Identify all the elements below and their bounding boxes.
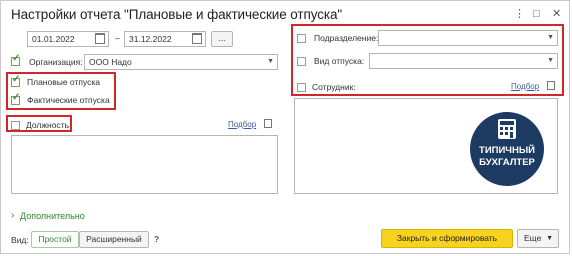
highlight-frame xyxy=(6,72,116,110)
menu-icon[interactable]: ⋮ xyxy=(514,8,525,20)
period-select-button[interactable]: ... xyxy=(211,31,233,47)
period-start-value: 01.01.2022 xyxy=(32,34,75,44)
period-start-input[interactable]: 01.01.2022 xyxy=(27,31,109,47)
chevron-right-icon[interactable]: › xyxy=(11,210,14,221)
logo: ТИПИЧНЫЙ БУХГАЛТЕР xyxy=(470,112,544,186)
settings-dialog: Настройки отчета "Плановые и фактические… xyxy=(0,0,570,254)
more-button-label: Еще xyxy=(524,233,542,243)
chevron-down-icon[interactable]: ▼ xyxy=(267,55,274,69)
help-icon[interactable]: ? xyxy=(154,234,159,244)
close-and-generate-button[interactable]: Закрыть и сформировать xyxy=(381,229,513,248)
chevron-down-icon: ▼ xyxy=(546,235,553,242)
dialog-title: Настройки отчета "Плановые и фактические… xyxy=(11,7,343,22)
list-settings-icon[interactable] xyxy=(264,119,272,128)
view-extended-tab[interactable]: Расширенный xyxy=(79,231,149,248)
calculator-icon xyxy=(498,119,516,139)
more-settings-link[interactable]: Дополнительно xyxy=(20,211,85,221)
highlight-frame xyxy=(6,115,72,132)
organization-select[interactable]: ООО Надо ▼ xyxy=(84,54,278,70)
organization-value: ООО Надо xyxy=(89,57,132,67)
logo-line-1: ТИПИЧНЫЙ xyxy=(479,145,535,156)
maximize-icon[interactable]: □ xyxy=(533,8,540,20)
logo-line-2: БУХГАЛТЕР xyxy=(479,157,535,168)
period-end-input[interactable]: 31.12.2022 xyxy=(124,31,206,47)
organization-label: Организация: xyxy=(29,57,83,67)
view-simple-tab[interactable]: Простой xyxy=(31,231,79,248)
more-button[interactable]: Еще ▼ xyxy=(517,229,559,248)
calendar-icon[interactable] xyxy=(192,33,202,44)
period-separator: – xyxy=(115,33,120,43)
check-icon: ✓ xyxy=(12,53,21,64)
position-list[interactable] xyxy=(11,135,278,194)
highlight-frame xyxy=(291,24,564,96)
calendar-icon[interactable] xyxy=(95,33,105,44)
period-end-value: 31.12.2022 xyxy=(129,34,172,44)
organization-checkbox[interactable]: ✓ xyxy=(11,53,20,66)
close-icon[interactable]: ✕ xyxy=(552,8,561,20)
position-pick-link[interactable]: Подбор xyxy=(228,120,256,129)
view-label: Вид: xyxy=(11,235,29,245)
